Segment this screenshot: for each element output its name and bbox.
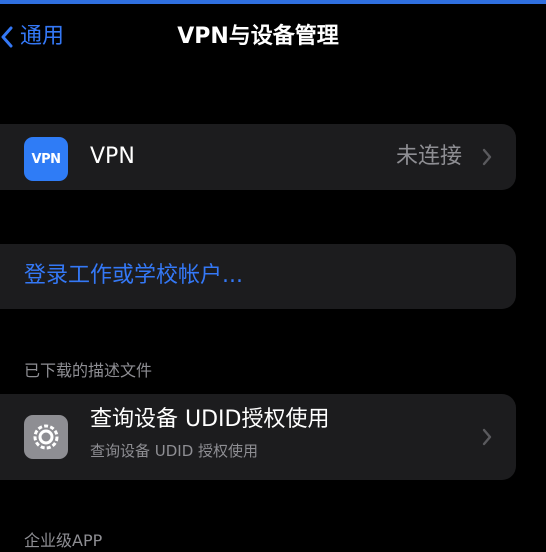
profile-row[interactable]: 查询设备 UDID授权使用 查询设备 UDID 授权使用	[0, 394, 516, 480]
login-group: 登录工作或学校帐户...	[0, 244, 516, 309]
profile-subtitle: 查询设备 UDID 授权使用	[90, 442, 259, 460]
login-account-label: 登录工作或学校帐户...	[24, 263, 243, 288]
vpn-row[interactable]: VPN VPN 未连接	[0, 124, 516, 190]
vpn-app-icon: VPN	[24, 137, 68, 181]
enterprise-app-header: 企业级APP	[24, 531, 103, 550]
navigation-bar: 通用 VPN与设备管理	[0, 4, 546, 72]
vpn-label: VPN	[90, 144, 135, 169]
profile-group: 查询设备 UDID授权使用 查询设备 UDID 授权使用	[0, 394, 516, 480]
vpn-status: 未连接	[395, 144, 462, 169]
profile-title: 查询设备 UDID授权使用	[90, 407, 330, 432]
settings-gear-icon	[24, 415, 68, 459]
login-work-school-account-row[interactable]: 登录工作或学校帐户...	[0, 244, 516, 309]
vpn-group: VPN VPN 未连接	[0, 124, 516, 190]
chevron-right-icon	[482, 428, 492, 446]
chevron-right-icon	[482, 148, 492, 166]
downloaded-profiles-header: 已下载的描述文件	[24, 361, 153, 380]
page-title: VPN与设备管理	[177, 24, 339, 49]
